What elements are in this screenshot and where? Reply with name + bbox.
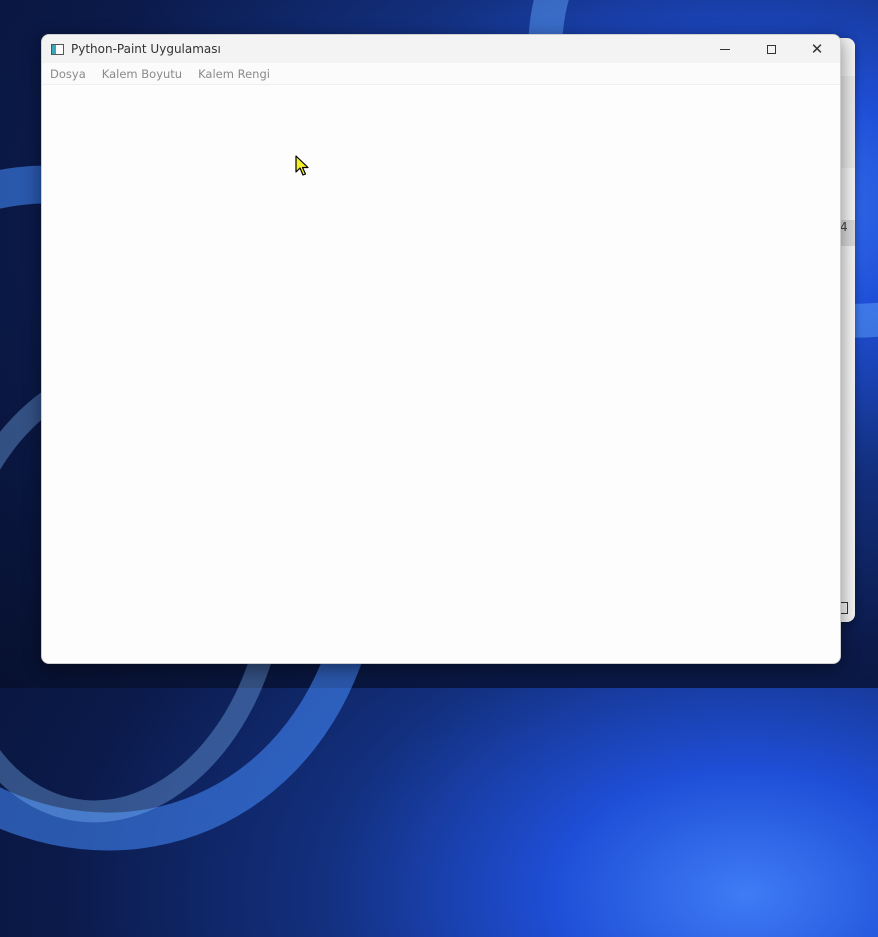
- menu-kalem-rengi[interactable]: Kalem Rengi: [194, 67, 278, 81]
- caption-buttons: ✕: [702, 35, 840, 63]
- window-title: Python-Paint Uygulaması: [71, 42, 221, 56]
- background-window-text: 4: [840, 220, 855, 246]
- maximize-icon: [766, 44, 776, 54]
- maximize-button[interactable]: [748, 35, 794, 63]
- paint-app-window: Python-Paint Uygulaması ✕ Dosya Kalem Bo…: [41, 34, 841, 664]
- mouse-cursor-icon: [295, 155, 309, 176]
- menu-bar: Dosya Kalem Boyutu Kalem Rengi: [42, 63, 840, 85]
- close-button[interactable]: ✕: [794, 35, 840, 63]
- paint-app-icon: [51, 43, 64, 55]
- menu-dosya[interactable]: Dosya: [46, 67, 94, 81]
- menu-kalem-boyutu[interactable]: Kalem Boyutu: [98, 67, 190, 81]
- close-icon: ✕: [810, 39, 824, 58]
- minimize-icon: [720, 48, 730, 50]
- drawing-canvas[interactable]: [42, 85, 840, 663]
- title-bar[interactable]: Python-Paint Uygulaması ✕: [42, 35, 840, 63]
- minimize-button[interactable]: [702, 35, 748, 63]
